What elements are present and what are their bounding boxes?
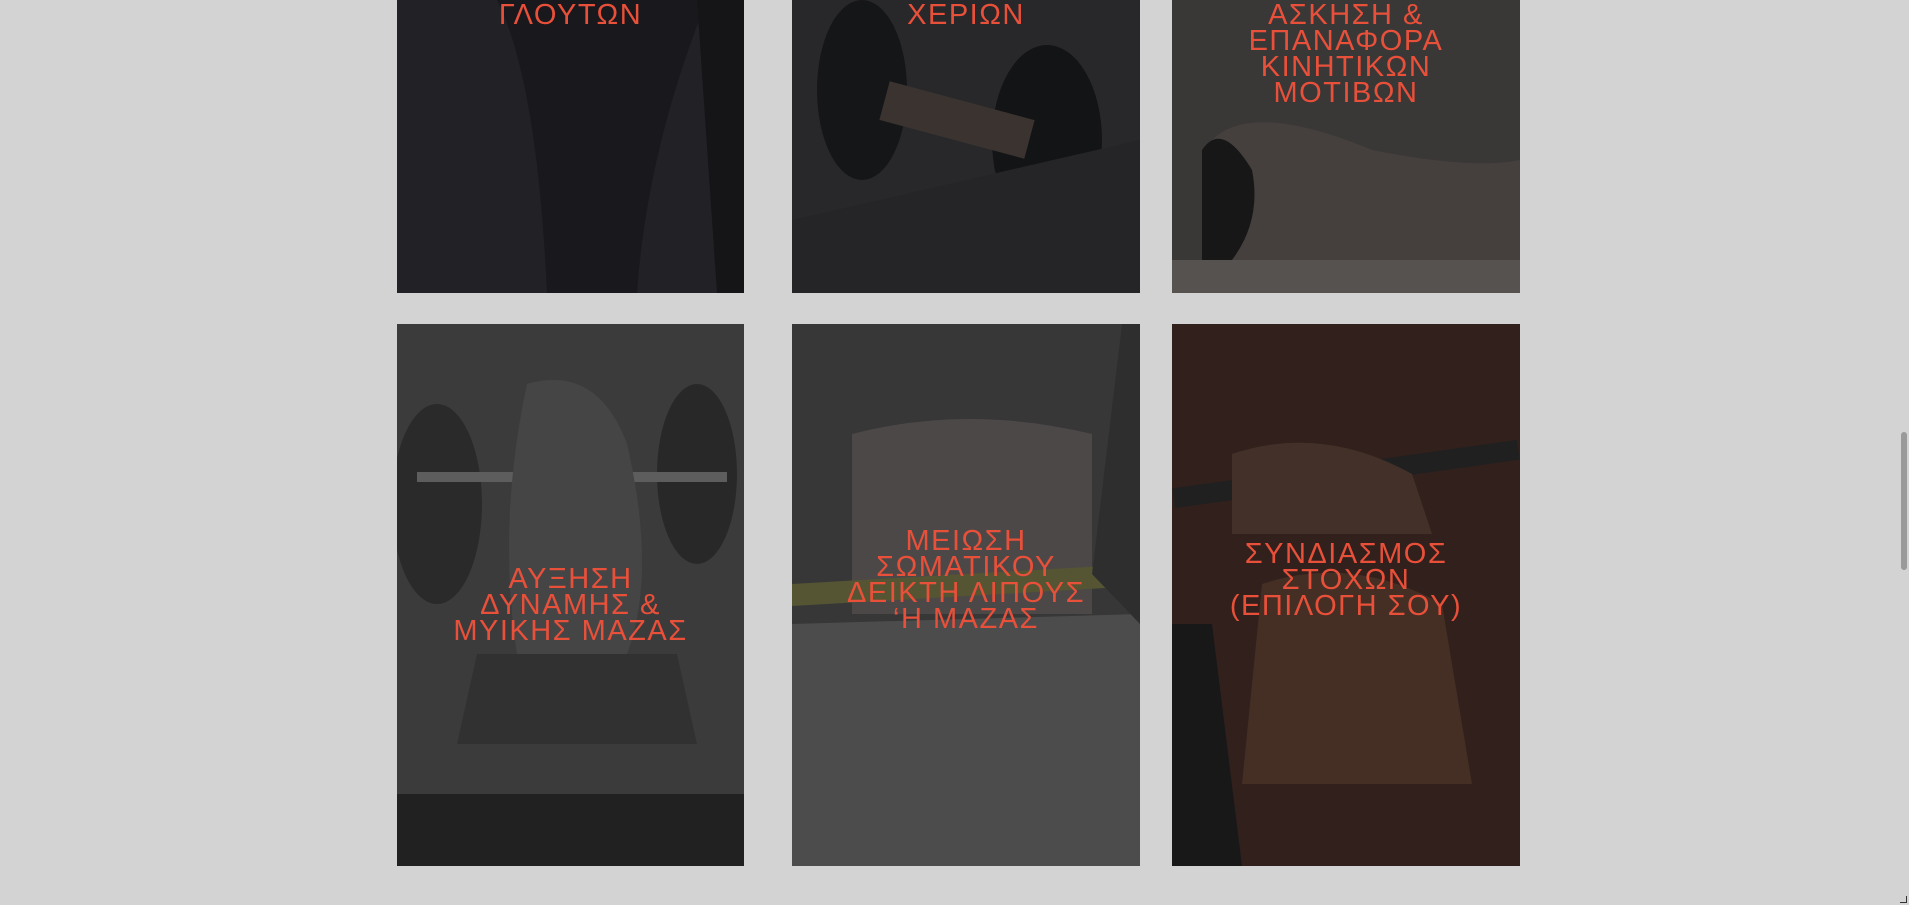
service-card-strength[interactable]: ΑΥΞΗΣΗ ΔΥΝΑΜΗΣ & ΜΥΙΚΗΣ ΜΑΖΑΣ bbox=[397, 324, 744, 866]
card-title: ΣΥΝΔΙΑΣΜΟΣ ΣΤΟΧΩΝ (ΕΠΙΛΟΓΗ ΣΟΥ) bbox=[1229, 538, 1463, 622]
card-title: ΑΥΞΗΣΗ ΔΥΝΑΜΗΣ & ΜΥΙΚΗΣ ΜΑΖΑΣ bbox=[453, 563, 688, 647]
service-card-glutes[interactable]: ΓΛΟΥΤΩΝ bbox=[397, 0, 744, 293]
service-card-fat-loss[interactable]: ΜΕΙΩΣΗ ΣΩΜΑΤΙΚΟΥ ΔΕΙΚΤΗ ΛΙΠΟΥΣ ‘Η ΜΑΖΑΣ bbox=[792, 324, 1140, 866]
card-title: ΜΕΙΩΣΗ ΣΩΜΑΤΙΚΟΥ ΔΕΙΚΤΗ ΛΙΠΟΥΣ ‘Η ΜΑΖΑΣ bbox=[847, 525, 1085, 635]
card-title: ΓΛΟΥΤΩΝ bbox=[498, 0, 643, 31]
card-overlay bbox=[397, 0, 744, 293]
resize-corner-icon bbox=[1900, 896, 1907, 903]
service-card-combined-goals[interactable]: ΣΥΝΔΙΑΣΜΟΣ ΣΤΟΧΩΝ (ΕΠΙΛΟΓΗ ΣΟΥ) bbox=[1172, 324, 1520, 866]
card-overlay bbox=[792, 0, 1140, 293]
scrollbar-thumb[interactable] bbox=[1901, 432, 1907, 570]
card-title: ΑΣΚΗΣΗ & ΕΠΑΝΑΦΟΡΑ ΚΙΝΗΤΙΚΩΝ ΜΟΤΙΒΩΝ bbox=[1248, 0, 1444, 109]
service-card-arms[interactable]: ΧΕΡΙΩΝ bbox=[792, 0, 1140, 293]
page-scrollbar[interactable] bbox=[1896, 0, 1909, 905]
card-title: ΧΕΡΙΩΝ bbox=[907, 0, 1025, 31]
service-card-rehab[interactable]: ΑΣΚΗΣΗ & ΕΠΑΝΑΦΟΡΑ ΚΙΝΗΤΙΚΩΝ ΜΟΤΙΒΩΝ bbox=[1172, 0, 1520, 293]
